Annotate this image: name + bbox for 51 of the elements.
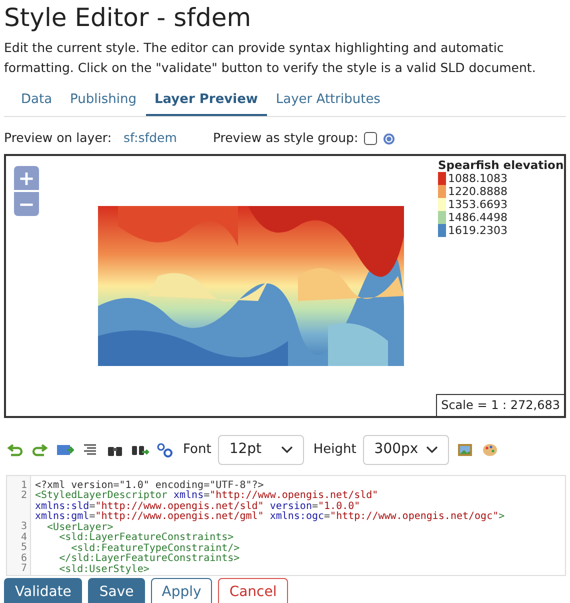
code-line: <UserLayer>	[46, 522, 114, 532]
legend-title: Spearfish elevation	[438, 158, 564, 172]
page-title: Style Editor - sfdem	[4, 2, 252, 34]
undo-icon[interactable]	[6, 442, 24, 458]
action-button[interactable]: Cancel	[218, 578, 288, 603]
code-line: xmlns:sld="http://www.opengis.net/sld" version="1.0.0"	[35, 502, 360, 512]
line-number: 7	[20, 563, 27, 574]
line-number: 6	[20, 552, 27, 564]
description: Edit the current style. The editor can provide syntax highlighting and automatic formatting. Click on the "validate" button to verify the style is a valid SLD document.	[4, 39, 537, 77]
code-line: <?xml version="1.0" encoding="UTF-8"?>	[35, 480, 264, 490]
action-button[interactable]: Apply	[150, 578, 212, 603]
style-group-checkbox[interactable]	[364, 132, 378, 145]
preview-layer-label: Preview on layer:	[4, 129, 112, 148]
tab[interactable]: Layer Preview	[146, 90, 267, 116]
align-lines-icon[interactable]	[81, 442, 99, 458]
help-icon[interactable]	[383, 132, 396, 144]
code-line: <sld:LayerFeatureConstraints>	[59, 533, 235, 543]
code-line: </sld:LayerFeatureConstraints>	[58, 554, 241, 564]
height-label: Height	[313, 440, 356, 459]
height-select[interactable]: 300px	[363, 434, 450, 464]
legend-label: 1619.2303	[448, 224, 508, 236]
font-label: Font	[183, 440, 212, 459]
layer-link[interactable]: sf:sfdem	[124, 129, 177, 148]
tab[interactable]: Publishing	[61, 90, 146, 116]
chevron-down-icon	[281, 446, 294, 454]
font-select[interactable]: 12pt	[218, 434, 304, 464]
redo-icon[interactable]	[31, 442, 49, 458]
chevron-down-icon	[426, 446, 438, 454]
picture-frame-icon[interactable]	[456, 442, 474, 458]
line-number: 1	[20, 480, 27, 490]
legend-label: 1088.1083	[448, 172, 508, 184]
palette-icon[interactable]	[481, 442, 500, 458]
code-line: <sld:UserStyle>	[58, 564, 150, 574]
line-number: 5	[20, 542, 27, 553]
legend-label: 1486.4498	[448, 210, 508, 224]
code-editor[interactable]	[6, 474, 566, 576]
scale-label: Scale = 1 : 272,683	[436, 394, 564, 416]
code-line: xmlns:gml="http://www.opengis.net/gml" xmlns:ogc="http://www.opengis.net/ogc">	[35, 512, 505, 522]
legend-label: 1353.6693	[448, 198, 508, 210]
tab[interactable]: Layer Attributes	[266, 90, 390, 116]
line-number: 4	[20, 532, 27, 542]
line-number: 2	[20, 490, 27, 501]
action-button[interactable]: Validate	[4, 578, 82, 603]
legend-label: 1220.8888	[448, 184, 508, 198]
replace-icon[interactable]	[156, 442, 174, 458]
line-number: 3	[20, 521, 27, 532]
tab[interactable]: Data	[12, 90, 62, 116]
code-line: <sld:FeatureTypeConstraint/>	[71, 544, 241, 554]
style-group-label: Preview as style group:	[212, 129, 358, 148]
action-button[interactable]: Save	[88, 578, 145, 603]
code-line: <StyledLayerDescriptor xmlns="http://www.opengis.net/sld"	[35, 491, 380, 501]
